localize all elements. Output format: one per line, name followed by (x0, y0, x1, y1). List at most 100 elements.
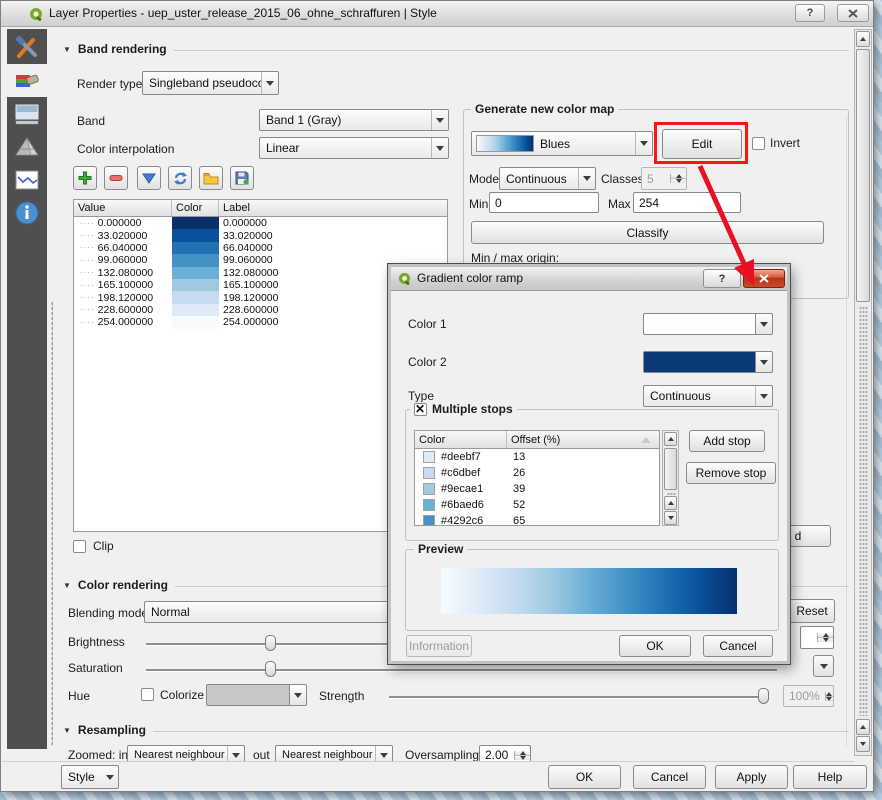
stop-offset-cell: 52 (507, 499, 659, 511)
color-ramp-combo[interactable]: Blues (471, 131, 653, 156)
sidebar-item-style[interactable] (7, 64, 47, 97)
title-bar[interactable]: Layer Properties - uep_uster_release_201… (1, 1, 873, 27)
max-input[interactable]: 254 (633, 192, 741, 213)
hue-color-combo[interactable] (206, 684, 307, 706)
column-header-offset[interactable]: Offset (%) (507, 431, 659, 448)
table-row[interactable]: ····33.020000 33.020000 (74, 229, 447, 241)
remove-stop-button[interactable]: Remove stop (686, 462, 776, 484)
reset-button[interactable]: Reset (789, 599, 835, 623)
dialog-ok-button[interactable]: OK (619, 635, 691, 657)
help-button[interactable]: Help (793, 765, 867, 789)
sidebar-splitter[interactable] (51, 301, 53, 746)
window-close-button[interactable] (837, 4, 869, 22)
band-combo[interactable]: Band 1 (Gray) (259, 109, 449, 131)
dialog-title-bar[interactable]: Gradient color ramp ? (391, 267, 787, 291)
sidebar-item-histogram[interactable] (7, 163, 47, 196)
add-stop-button[interactable]: Add stop (689, 430, 765, 452)
table-row[interactable]: ····66.040000 66.040000 (74, 242, 447, 254)
refresh-icon (173, 171, 188, 186)
section-resampling[interactable]: ▼ Resampling (63, 723, 849, 737)
sidebar-item-transparency[interactable] (7, 97, 47, 130)
multiple-stops-checkbox[interactable] (414, 403, 427, 416)
saturation-slider[interactable] (146, 669, 777, 671)
stops-scrollbar[interactable] (662, 430, 679, 526)
column-header-value[interactable]: Value (74, 200, 172, 216)
spin-down-icon[interactable] (818, 638, 833, 642)
sidebar-item-general[interactable] (7, 31, 47, 64)
strength-spinner[interactable]: 100% (783, 685, 834, 707)
stop-row[interactable]: #6baed6 52 (415, 497, 659, 513)
cancel-button[interactable]: Cancel (633, 765, 706, 789)
spin-down-icon[interactable] (671, 179, 686, 183)
dialog-title: Gradient color ramp (417, 271, 523, 285)
classes-spinner[interactable]: 5 (641, 167, 687, 190)
column-header-color[interactable]: Color (172, 200, 219, 216)
stop-row[interactable]: #4292c6 65 (415, 513, 659, 526)
window-help-button[interactable]: ? (795, 4, 825, 22)
information-button[interactable]: Information (406, 635, 472, 657)
value-cell: 254.000000 (98, 316, 153, 328)
scroll-up-button-2[interactable] (664, 496, 677, 510)
folder-icon (203, 172, 219, 185)
color-map-table-header[interactable]: Value Color Label (74, 200, 447, 217)
sidebar-item-metadata[interactable] (7, 196, 47, 229)
classify-button[interactable]: Classify (471, 221, 824, 244)
scroll-up-button[interactable] (664, 432, 677, 446)
stop-row[interactable]: #9ecae1 39 (415, 481, 659, 497)
min-input[interactable]: 0 (489, 192, 599, 213)
scroll-up-button-2[interactable] (856, 719, 870, 735)
load-color-map-button[interactable] (199, 166, 223, 190)
mode-combo[interactable]: Continuous (499, 167, 596, 190)
color-swatch (172, 242, 219, 254)
style-menu-button[interactable]: Style (61, 765, 119, 789)
sort-button[interactable] (137, 166, 161, 190)
save-color-map-button[interactable] (230, 166, 254, 190)
color2-combo[interactable] (643, 351, 773, 373)
clip-checkbox[interactable] (73, 540, 86, 553)
scrollbar-thumb[interactable] (856, 49, 870, 302)
invert-checkbox[interactable] (752, 137, 765, 150)
scroll-down-button[interactable] (664, 511, 677, 525)
scrollbar-thumb[interactable] (664, 448, 677, 490)
dialog-help-button[interactable]: ? (703, 269, 741, 288)
column-header-label[interactable]: Label (219, 200, 447, 216)
scroll-down-button[interactable] (856, 736, 870, 752)
render-type-combo[interactable]: Singleband pseudocolor (142, 71, 279, 95)
plus-icon (78, 171, 92, 185)
dialog-close-button[interactable] (743, 269, 785, 288)
stops-table[interactable]: Color Offset (%) #deebf7 (414, 430, 660, 526)
color1-combo[interactable] (643, 313, 773, 335)
dialog-cancel-button[interactable]: Cancel (703, 635, 773, 657)
type-combo[interactable]: Continuous (643, 385, 773, 407)
column-header-color[interactable]: Color (415, 431, 507, 448)
table-row[interactable]: ····0.000000 0.000000 (74, 217, 447, 229)
stops-table-header[interactable]: Color Offset (%) (415, 431, 659, 449)
brightness-spinner[interactable] (800, 626, 834, 649)
colorize-checkbox[interactable] (141, 688, 154, 701)
saturation-dropdown-fragment[interactable] (813, 655, 834, 677)
ok-button[interactable]: OK (548, 765, 621, 789)
resample-out-combo[interactable]: Nearest neighbour (275, 745, 393, 761)
stop-row[interactable]: #deebf7 13 (415, 449, 659, 465)
strength-slider-thumb[interactable] (758, 688, 769, 704)
spin-down-icon[interactable] (826, 697, 833, 701)
section-band-rendering[interactable]: ▼ Band rendering (63, 42, 849, 56)
add-entry-button[interactable] (73, 166, 97, 190)
main-scrollbar[interactable] (854, 29, 872, 756)
scroll-up-button[interactable] (856, 31, 870, 47)
apply-button[interactable]: Apply (715, 765, 788, 789)
remove-entry-button[interactable] (104, 166, 128, 190)
collapse-arrow-icon: ▼ (63, 581, 71, 590)
spin-down-icon[interactable] (515, 756, 530, 760)
strength-slider[interactable] (389, 696, 767, 698)
resample-in-combo[interactable]: Nearest neighbour (127, 745, 245, 761)
brightness-slider-thumb[interactable] (265, 635, 276, 651)
chevron-down-icon (755, 386, 772, 406)
color-interpolation-combo[interactable]: Linear (259, 137, 449, 159)
sidebar-item-pyramids[interactable] (7, 130, 47, 163)
saturation-slider-thumb[interactable] (265, 661, 276, 677)
stop-hex-cell: #9ecae1 (441, 483, 483, 495)
stop-row[interactable]: #c6dbef 26 (415, 465, 659, 481)
oversampling-spinner[interactable]: 2.00 (479, 745, 531, 761)
refresh-button[interactable] (168, 166, 192, 190)
